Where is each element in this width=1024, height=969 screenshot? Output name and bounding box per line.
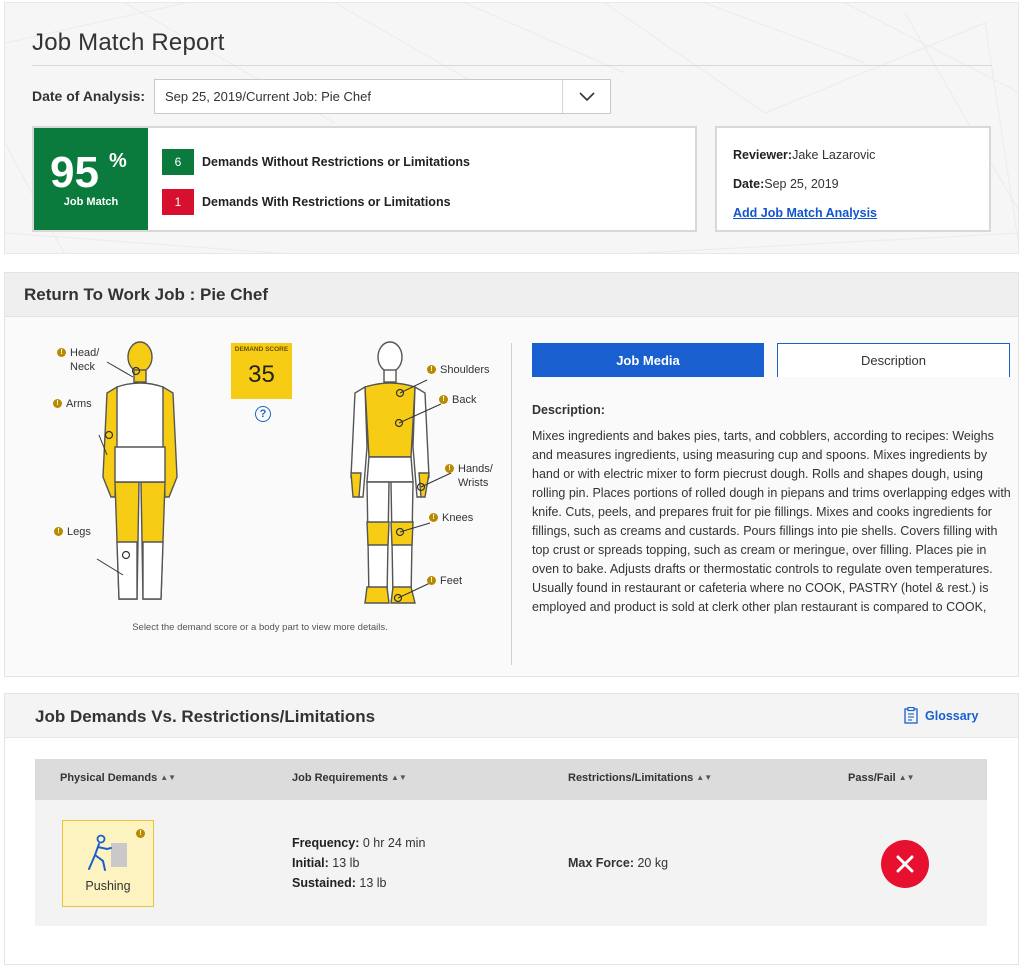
title-divider	[32, 65, 992, 66]
chevron-down-icon[interactable]	[562, 80, 610, 113]
body-part-head-neck[interactable]: ! Head/ Neck	[57, 346, 99, 374]
warning-icon: !	[439, 395, 448, 404]
page-title: Job Match Report	[32, 29, 225, 56]
glossary-icon	[904, 707, 918, 724]
reviewer-name: Jake Lazarovic	[792, 148, 876, 162]
demands-table-header: Physical Demands ▲▼ Job Requirements ▲▼ …	[35, 759, 987, 800]
body-part-feet[interactable]: ! Feet	[427, 574, 462, 588]
review-date-label: Date:	[733, 177, 765, 191]
job-match-report-card: Job Match Report Date of Analysis: Sep 2…	[4, 2, 1019, 254]
demand-score-tile[interactable]: DEMAND SCORE 35	[231, 343, 292, 399]
warning-icon: !	[445, 464, 454, 473]
table-row: ! Pushing Frequency: 0 hr 24 min Initial…	[35, 800, 987, 926]
body-map-hint: Select the demand score or a body part t…	[132, 622, 388, 633]
body-part-knees[interactable]: ! Knees	[429, 511, 473, 525]
body-part-arms[interactable]: ! Arms	[53, 397, 92, 411]
match-percent-sign: %	[109, 150, 127, 172]
max-force-line: Max Force: 20 kg	[568, 856, 669, 870]
warning-icon: !	[57, 348, 66, 357]
initial-line: Initial: 13 lb	[292, 856, 360, 870]
tab-description[interactable]: Description	[777, 343, 1010, 377]
warning-icon: !	[54, 527, 63, 536]
body-part-back[interactable]: ! Back	[439, 393, 476, 407]
date-of-analysis-label: Date of Analysis:	[32, 88, 146, 104]
sort-icon: ▲▼	[898, 773, 915, 782]
section-divider	[511, 343, 512, 665]
reviewer-label: Reviewer:	[733, 148, 793, 162]
body-part-hands-wrists[interactable]: ! Hands/ Wrists	[445, 462, 493, 490]
match-percent-tile: 95 % Job Match	[34, 128, 148, 230]
sustained-line: Sustained: 13 lb	[292, 876, 387, 890]
review-date-value: Sep 25, 2019	[764, 177, 839, 191]
col-pass-fail[interactable]: Pass/Fail ▲▼	[848, 772, 915, 784]
match-percent-label: Job Match	[63, 196, 119, 208]
match-percent-value: 95	[50, 148, 99, 197]
description-text[interactable]: Mixes ingredients and bakes pies, tarts,…	[532, 427, 1012, 620]
reviewer-box: Reviewer:Jake Lazarovic Date:Sep 25, 201…	[715, 126, 991, 232]
warning-icon: !	[136, 829, 145, 838]
warning-icon: !	[427, 365, 436, 374]
match-summary-box: 95 % Job Match 6 Demands Without Restric…	[32, 126, 697, 232]
question-circle-icon[interactable]: ?	[255, 406, 271, 422]
without-label: Demands Without Restrictions or Limitati…	[202, 155, 470, 169]
body-part-shoulders[interactable]: ! Shoulders	[427, 363, 490, 377]
job-demands-card: Job Demands Vs. Restrictions/Limitations…	[4, 693, 1019, 965]
sort-icon: ▲▼	[696, 773, 713, 782]
col-physical-demands[interactable]: Physical Demands ▲▼	[60, 772, 176, 784]
sort-icon: ▲▼	[390, 773, 407, 782]
warning-icon: !	[429, 513, 438, 522]
tab-job-media[interactable]: Job Media	[532, 343, 764, 377]
glossary-link[interactable]: Glossary	[904, 707, 979, 724]
reviewer-line: Reviewer:Jake Lazarovic	[733, 148, 875, 162]
demand-score-value: 35	[248, 361, 275, 388]
fail-x-icon[interactable]	[881, 840, 929, 888]
demands-without-restrictions-row: 6 Demands Without Restrictions or Limita…	[162, 149, 470, 175]
without-count-badge: 6	[162, 149, 194, 175]
date-of-analysis-value: Sep 25, 2019/Current Job: Pie Chef	[165, 89, 371, 104]
with-label: Demands With Restrictions or Limitations	[202, 195, 451, 209]
frequency-line: Frequency: 0 hr 24 min	[292, 836, 426, 850]
rtw-header: Return To Work Job : Pie Chef	[5, 273, 1018, 317]
demands-with-restrictions-row: 1 Demands With Restrictions or Limitatio…	[162, 189, 451, 215]
demand-score-label: DEMAND SCORE	[234, 346, 289, 353]
rtw-title: Return To Work Job : Pie Chef	[24, 285, 268, 304]
sort-icon: ▲▼	[160, 773, 177, 782]
date-of-analysis-select[interactable]: Sep 25, 2019/Current Job: Pie Chef	[154, 79, 611, 114]
with-count-badge: 1	[162, 189, 194, 215]
body-part-legs[interactable]: ! Legs	[54, 525, 91, 539]
warning-icon: !	[427, 576, 436, 585]
col-job-requirements[interactable]: Job Requirements ▲▼	[292, 772, 407, 784]
demands-title: Job Demands Vs. Restrictions/Limitations	[35, 707, 376, 726]
pushing-label: Pushing	[85, 879, 131, 893]
add-job-match-analysis-link[interactable]: Add Job Match Analysis	[733, 206, 877, 220]
pushing-person-icon	[88, 834, 127, 871]
description-heading: Description:	[532, 403, 605, 417]
warning-icon: !	[53, 399, 62, 408]
col-restrictions[interactable]: Restrictions/Limitations ▲▼	[568, 772, 712, 784]
pushing-demand-tile[interactable]: ! Pushing	[62, 820, 154, 907]
review-date-line: Date:Sep 25, 2019	[733, 177, 839, 191]
demands-header: Job Demands Vs. Restrictions/Limitations…	[5, 694, 1018, 738]
return-to-work-card: Return To Work Job : Pie Chef ! Head/ Ne…	[4, 272, 1019, 677]
